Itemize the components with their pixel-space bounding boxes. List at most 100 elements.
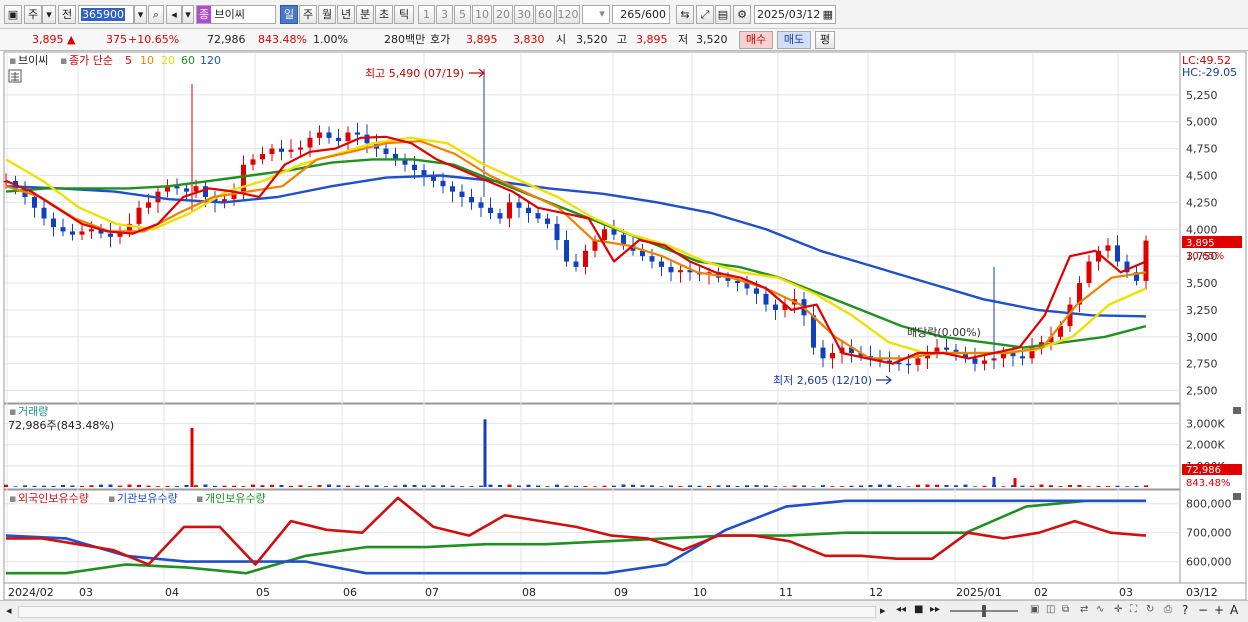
rewind-icon[interactable]: ◂◂ bbox=[896, 604, 906, 615]
volume-bar bbox=[887, 484, 892, 487]
candle-body bbox=[421, 170, 427, 176]
volume-bar bbox=[118, 485, 122, 487]
date-field[interactable]: 2025/03/12 ▦ bbox=[754, 5, 836, 24]
volume-bar bbox=[99, 484, 103, 487]
price-tick-label: 5,000 bbox=[1186, 116, 1218, 129]
candle-body bbox=[573, 261, 579, 267]
buy-button[interactable]: 매수 bbox=[739, 31, 773, 49]
zoom-plus-icon[interactable]: + bbox=[1214, 603, 1224, 617]
search-icon[interactable]: ⌕ bbox=[148, 5, 164, 24]
volume-tick-label: 3,000K bbox=[1186, 418, 1225, 431]
holdings-panel-close-icon[interactable] bbox=[1233, 493, 1241, 500]
scroll-left-icon[interactable]: ◂ bbox=[6, 604, 12, 617]
fullscreen-icon[interactable]: ⛶ bbox=[1130, 604, 1137, 615]
sell-button[interactable]: 매도 bbox=[777, 31, 811, 49]
zoom-in-icon[interactable]: ? bbox=[1182, 603, 1188, 617]
settings-gear-icon[interactable]: ⚙ bbox=[733, 5, 751, 24]
crosshair-icon[interactable]: ✛ bbox=[1114, 604, 1122, 615]
stock-name-field[interactable]: 종 브이씨 bbox=[196, 5, 276, 24]
interval-second[interactable]: 초 bbox=[375, 5, 393, 24]
ma60-legend: 60 bbox=[181, 54, 195, 67]
layout-icon[interactable]: ▣ bbox=[1030, 604, 1039, 615]
zoom-slider-thumb[interactable] bbox=[982, 605, 986, 617]
zoom-out-icon[interactable]: − bbox=[1198, 603, 1208, 617]
compare-icon[interactable]: ⇄ bbox=[1080, 604, 1088, 615]
volume-bar bbox=[298, 485, 303, 487]
data-count-field[interactable]: 265/600 bbox=[612, 5, 670, 24]
draw-line-icon[interactable]: ⤢ bbox=[696, 5, 714, 24]
candle-body bbox=[89, 229, 94, 232]
chart-menu-icon[interactable]: ▣ bbox=[4, 5, 22, 24]
indicator-icon[interactable]: ∿ bbox=[1096, 604, 1104, 615]
minute-step-10[interactable]: 10 bbox=[472, 5, 492, 24]
print-icon[interactable]: ⎙ bbox=[1164, 604, 1172, 615]
custom-step-dropdown[interactable]: ▾ bbox=[596, 5, 608, 24]
volume-bar bbox=[355, 485, 360, 487]
split-icon[interactable]: ◫ bbox=[1046, 604, 1055, 615]
speaker-icon[interactable]: ◂ bbox=[166, 5, 182, 24]
volume-bar bbox=[308, 486, 312, 487]
volume-bar bbox=[925, 484, 930, 487]
period-type-label: 주 bbox=[27, 8, 39, 21]
interval-week[interactable]: 주 bbox=[299, 5, 317, 24]
volume-bar bbox=[1096, 485, 1101, 487]
minute-step-5[interactable]: 5 bbox=[454, 5, 471, 24]
calendar-icon[interactable]: ▦ bbox=[823, 6, 833, 23]
volume-panel-close-icon[interactable] bbox=[1233, 407, 1241, 414]
avg-price-button[interactable]: 평 bbox=[815, 31, 835, 49]
volume-bar bbox=[70, 485, 75, 487]
save-icon[interactable]: ▤ bbox=[715, 5, 731, 24]
market-select[interactable]: 전 bbox=[58, 5, 76, 24]
candle-body bbox=[298, 147, 303, 150]
volume-bar bbox=[289, 485, 293, 487]
candle-body bbox=[478, 202, 484, 208]
volume-panel-frame bbox=[3, 403, 1181, 490]
volume-bar bbox=[640, 485, 645, 487]
date-value: 2025/03/12 bbox=[757, 8, 821, 21]
speaker-dropdown[interactable]: ▾ bbox=[182, 5, 194, 24]
volume-bar bbox=[631, 484, 635, 487]
code-dropdown[interactable]: ▾ bbox=[134, 5, 147, 24]
overlay-icon[interactable]: ⧉ bbox=[1062, 604, 1069, 615]
candle-body bbox=[906, 363, 911, 366]
minute-step-3[interactable]: 3 bbox=[436, 5, 453, 24]
interval-year[interactable]: 년 bbox=[337, 5, 355, 24]
candle-body bbox=[60, 227, 66, 232]
volume-bar bbox=[963, 484, 968, 487]
interval-minute[interactable]: 분 bbox=[356, 5, 374, 24]
minute-step-30[interactable]: 30 bbox=[514, 5, 534, 24]
interval-day[interactable]: 일 bbox=[280, 5, 298, 24]
volume-bar bbox=[137, 484, 141, 487]
interval-tick[interactable]: 틱 bbox=[394, 5, 414, 24]
fast-forward-icon[interactable]: ▸▸ bbox=[930, 604, 940, 615]
volume-bar bbox=[469, 486, 474, 487]
stock-code-input[interactable]: 365900 bbox=[78, 5, 134, 24]
minute-step-120[interactable]: 120 bbox=[556, 5, 580, 24]
volume-bar bbox=[583, 485, 588, 487]
minute-step-60[interactable]: 60 bbox=[535, 5, 555, 24]
scroll-right-icon[interactable]: ▸ bbox=[880, 604, 886, 617]
tools-icon[interactable]: ⇆ bbox=[676, 5, 694, 24]
turnover-pct: 1.00% bbox=[313, 33, 348, 46]
horizontal-scrollbar[interactable] bbox=[18, 606, 876, 618]
minute-step-20[interactable]: 20 bbox=[493, 5, 513, 24]
volume-bar bbox=[1020, 485, 1025, 487]
low-price: 3,520 bbox=[696, 33, 728, 46]
minute-step-1[interactable]: 1 bbox=[418, 5, 435, 24]
volume-bar bbox=[317, 485, 322, 487]
font-size-icon[interactable]: A bbox=[1230, 603, 1238, 617]
volume-bar bbox=[688, 485, 692, 487]
volume-bar bbox=[745, 485, 749, 487]
volume-bar bbox=[336, 485, 341, 487]
volume-bar bbox=[403, 484, 407, 487]
stop-icon[interactable]: ■ bbox=[914, 604, 923, 615]
chart-area[interactable]: 2024/02 03 04 05 06 07 08 09 10 11 12 2025/01 02 03 03… bbox=[0, 51, 1248, 621]
interval-month[interactable]: 월 bbox=[318, 5, 336, 24]
volume-spike-bar bbox=[1013, 478, 1017, 487]
candle-body bbox=[412, 164, 417, 171]
candle-body bbox=[32, 197, 37, 208]
x-tick-label: 09 bbox=[614, 586, 628, 599]
period-type-dropdown[interactable]: ▾ bbox=[42, 5, 56, 24]
period-type-select[interactable]: 주 bbox=[24, 5, 42, 24]
refresh-icon[interactable]: ↻ bbox=[1146, 604, 1154, 615]
